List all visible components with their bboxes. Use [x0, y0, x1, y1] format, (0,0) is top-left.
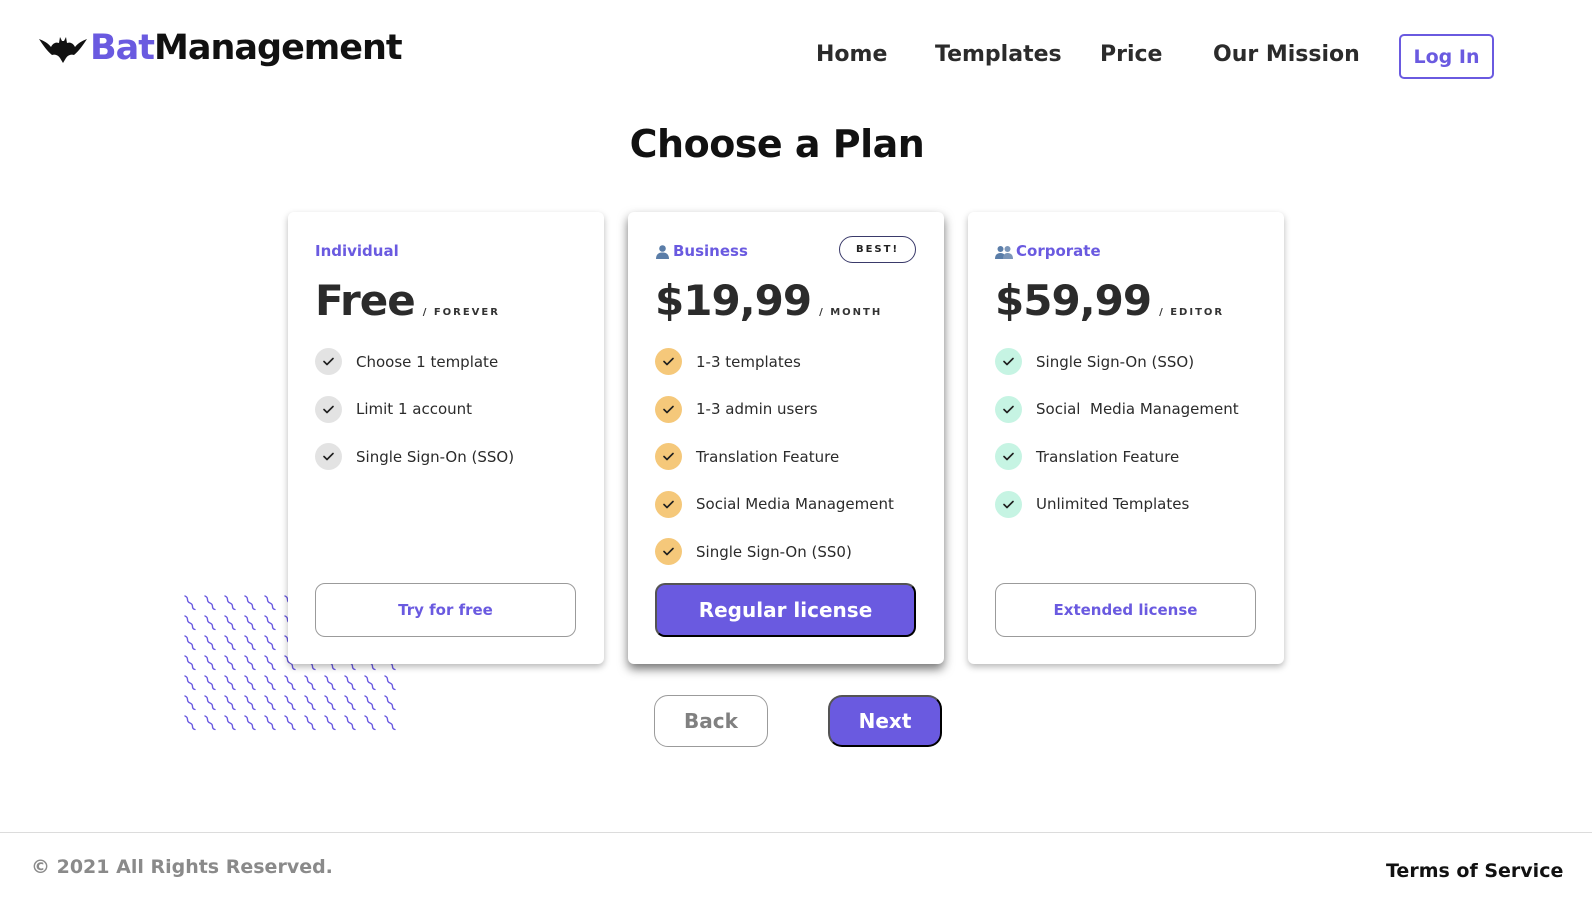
plan-card-corporate: Corporate $59,99 / EDITOR Single Sign-On… — [968, 212, 1284, 664]
plan-period: / EDITOR — [1159, 307, 1225, 318]
feature-list: Choose 1 template Limit 1 account Single… — [315, 348, 514, 491]
plan-name: Individual — [315, 242, 399, 260]
feature-text: Single Sign-On (SS0) — [696, 542, 852, 561]
feature-item: Translation Feature — [995, 443, 1239, 471]
logo-text-management: Management — [154, 28, 403, 68]
feature-text: Limit 1 account — [356, 400, 473, 419]
feature-item: Unlimited Templates — [995, 490, 1239, 518]
plan-price: $19,99 — [655, 276, 812, 325]
feature-item: Single Sign-On (SSO) — [315, 443, 515, 471]
check-icon — [995, 348, 1022, 375]
plan-price: $59,99 — [995, 276, 1152, 325]
best-badge: BEST! — [839, 236, 916, 263]
plan-period: / MONTH — [819, 307, 883, 318]
feature-text: Social Media Management — [1036, 400, 1239, 419]
feature-text: 1-3 admin users — [696, 400, 818, 419]
feature-text: 1-3 templates — [696, 352, 801, 371]
check-icon — [995, 443, 1022, 471]
feature-item: Social Media Management — [655, 490, 894, 518]
try-for-free-button[interactable]: Try for free — [315, 583, 576, 637]
plan-period: / FOREVER — [422, 307, 500, 318]
plan-name-row: Corporate — [995, 242, 1101, 260]
feature-text: Translation Feature — [1036, 447, 1180, 466]
plan-card-individual: Individual Free / FOREVER Choose 1 templ… — [288, 212, 604, 664]
extended-license-button[interactable]: Extended license — [995, 583, 1256, 637]
check-icon — [655, 443, 682, 471]
check-icon — [655, 538, 682, 566]
plan-price: Free — [315, 276, 416, 325]
feature-item: 1-3 admin users — [655, 395, 894, 423]
feature-text: Translation Feature — [696, 447, 840, 466]
feature-list: Single Sign-On (SSO) Social Media Manage… — [995, 348, 1239, 538]
check-icon — [995, 395, 1022, 423]
check-icon — [655, 348, 682, 375]
feature-item: Translation Feature — [655, 443, 894, 471]
nav-templates[interactable]: Templates — [935, 42, 1062, 67]
feature-item: Single Sign-On (SSO) — [995, 348, 1239, 375]
feature-text: Social Media Management — [696, 495, 894, 514]
feature-item: Social Media Management — [995, 395, 1239, 423]
next-button[interactable]: Next — [828, 695, 942, 747]
person-icon — [655, 244, 670, 259]
feature-text: Choose 1 template — [356, 352, 499, 371]
copyright-text: © 2021 All Rights Reserved. — [31, 856, 333, 878]
check-icon — [315, 395, 342, 423]
bat-icon — [39, 37, 87, 63]
feature-text: Unlimited Templates — [1036, 495, 1190, 514]
regular-license-button[interactable]: Regular license — [655, 583, 916, 637]
price-row: $59,99 / EDITOR — [995, 276, 1224, 325]
check-icon — [655, 395, 682, 423]
group-icon — [995, 244, 1013, 259]
check-icon — [315, 348, 342, 375]
page-title: Choose a Plan — [629, 122, 925, 166]
check-icon — [995, 490, 1022, 518]
logo[interactable]: BatManagement — [38, 28, 403, 68]
check-icon — [655, 490, 682, 518]
feature-text: Single Sign-On (SSO) — [356, 447, 515, 466]
feature-item: Single Sign-On (SS0) — [655, 538, 894, 566]
feature-list: 1-3 templates 1-3 admin users Translatio… — [655, 348, 894, 586]
feature-item: Limit 1 account — [315, 395, 514, 423]
nav-home[interactable]: Home — [816, 42, 887, 67]
nav-price[interactable]: Price — [1100, 42, 1162, 67]
plan-name: Corporate — [1016, 242, 1101, 260]
feature-item: Choose 1 template — [315, 348, 514, 375]
feature-text: Single Sign-On (SSO) — [1036, 352, 1195, 371]
logo-text-bat: Bat — [90, 28, 155, 68]
login-button[interactable]: Log In — [1399, 34, 1494, 79]
feature-item: 1-3 templates — [655, 348, 894, 375]
plan-card-business: Business BEST! $19,99 / MONTH 1-3 templa… — [628, 212, 944, 664]
terms-of-service-link[interactable]: Terms of Service — [1386, 860, 1563, 882]
plan-name: Business — [673, 242, 748, 260]
check-icon — [315, 443, 342, 471]
plan-name-row: Business — [655, 242, 748, 260]
price-row: $19,99 / MONTH — [655, 276, 882, 325]
back-button[interactable]: Back — [654, 695, 768, 747]
nav-our-mission[interactable]: Our Mission — [1213, 42, 1360, 67]
footer-divider — [0, 832, 1592, 833]
price-row: Free / FOREVER — [315, 276, 500, 325]
